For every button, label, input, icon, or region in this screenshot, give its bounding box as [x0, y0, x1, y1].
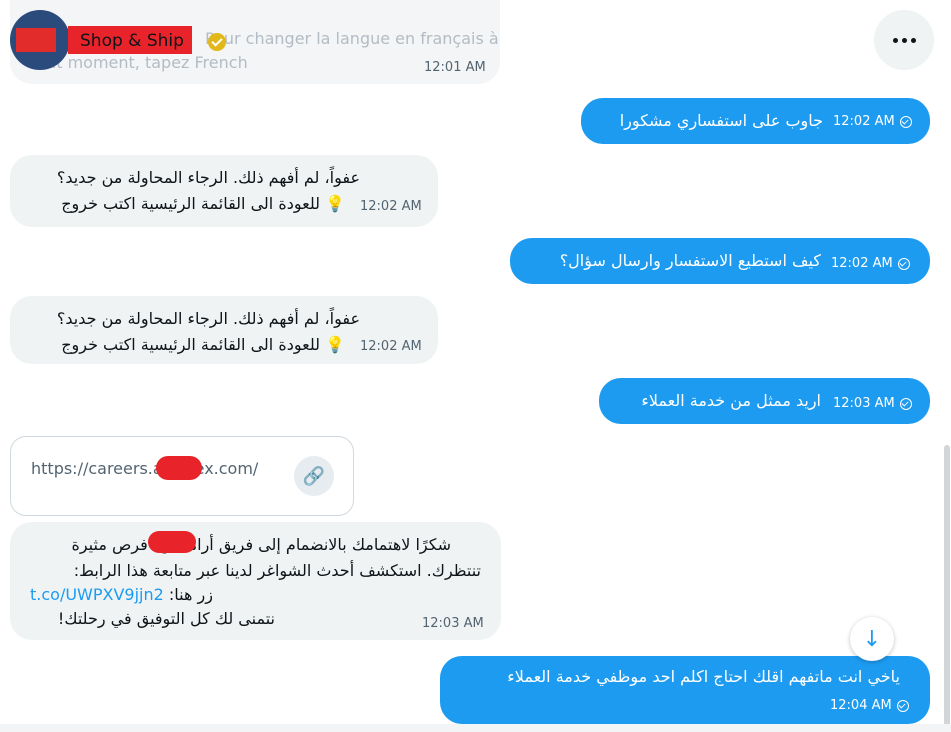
message-text: عفواً، لم أفهم ذلك. الرجاء المحاولة من ج…	[56, 168, 360, 187]
redaction-block	[156, 456, 202, 480]
redaction-block	[148, 531, 196, 553]
scrollbar[interactable]	[944, 445, 950, 732]
verified-badge-icon	[208, 33, 226, 51]
faded-message-line1: Pour changer la langue en français à	[205, 29, 499, 48]
message-time: 12:02 AM	[360, 199, 422, 214]
scroll-to-bottom-button[interactable]: ↓	[850, 617, 894, 661]
message-link-line: t.co/UWPXV9jjn2 زر هنا:	[30, 585, 213, 604]
message-time: 12:02 AM	[831, 256, 910, 271]
incoming-message[interactable]: شكرًا لاهتمامك بالانضمام إلى فريق أرامكس…	[10, 522, 501, 640]
message-text: نتمنى لك كل التوفيق في رحلتك!	[57, 609, 275, 628]
sent-check-icon	[896, 699, 909, 712]
outgoing-message[interactable]: جاوب على استفساري مشكورا 12:02 AM	[581, 98, 930, 144]
outgoing-message[interactable]: كيف استطيع الاستفسار وارسال سؤال؟ 12:02 …	[510, 238, 930, 284]
account-name[interactable]: Shop & Ship	[80, 31, 184, 51]
outgoing-message[interactable]: ياخي انت ماتفهم اقلك احتاج اكلم احد موظف…	[440, 656, 930, 724]
message-text: عفواً، لم أفهم ذلك. الرجاء المحاولة من ج…	[56, 309, 360, 328]
message-text: جاوب على استفساري مشكورا	[619, 111, 823, 130]
link-icon[interactable]: 🔗	[294, 456, 334, 496]
message-link[interactable]: t.co/UWPXV9jjn2	[30, 585, 164, 604]
more-horizontal-icon	[892, 37, 898, 43]
message-text: اريد ممثل من خدمة العملاء	[641, 391, 821, 410]
message-time: 12:02 AM	[360, 339, 422, 354]
outgoing-message[interactable]: اريد ممثل من خدمة العملاء 12:03 AM	[599, 378, 930, 424]
sent-check-icon	[899, 397, 912, 410]
message-text: شكرًا لاهتمامك بالانضمام إلى فريق أرامكس…	[71, 535, 451, 554]
message-time: 12:02 AM	[833, 114, 912, 129]
incoming-message[interactable]: عفواً، لم أفهم ذلك. الرجاء المحاولة من ج…	[10, 155, 438, 227]
avatar[interactable]	[10, 10, 70, 70]
message-text: كيف استطيع الاستفسار وارسال سؤال؟	[559, 251, 821, 270]
composer-edge	[0, 724, 951, 732]
message-time: 12:03 AM	[422, 616, 484, 631]
link-url: https://careers.aramex.com/	[31, 459, 259, 478]
message-text: ياخي انت ماتفهم اقلك احتاج اكلم احد موظف…	[507, 667, 900, 686]
sent-check-icon	[899, 115, 912, 128]
message-time: 12:01 AM	[424, 60, 486, 75]
arrow-down-icon: ↓	[862, 626, 882, 652]
message-time: 12:04 AM	[830, 698, 909, 713]
incoming-message[interactable]: عفواً، لم أفهم ذلك. الرجاء المحاولة من ج…	[10, 296, 438, 364]
sent-check-icon	[897, 257, 910, 270]
more-options-button[interactable]	[874, 10, 934, 70]
message-text: تنتظرك. استكشف أحدث الشواغر لدينا عبر مت…	[73, 561, 481, 580]
message-text: 💡 للعودة الى القائمة الرئيسية اكتب خروج	[61, 335, 345, 354]
message-text: 💡 للعودة الى القائمة الرئيسية اكتب خروج	[61, 194, 345, 213]
message-time: 12:03 AM	[833, 396, 912, 411]
